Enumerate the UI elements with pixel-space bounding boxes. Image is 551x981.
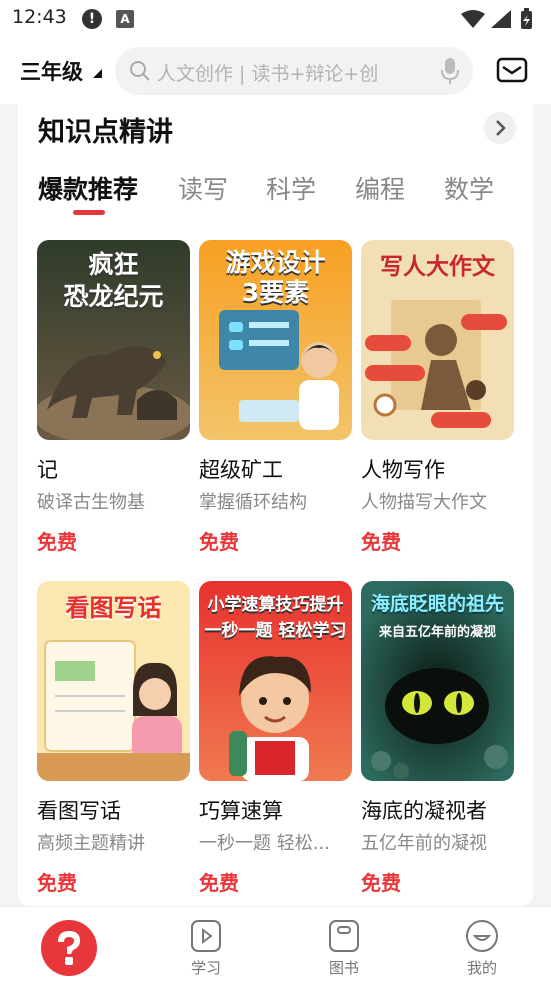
course-price: 免费 [37,871,77,895]
course-price: 免费 [361,871,401,895]
course-cover: 写人大作文 [361,240,514,440]
tab-coding[interactable]: 编程 [355,170,405,206]
course-subtitle: 高频主题精讲 [37,833,145,854]
course-subtitle: 一秒一题 轻松... [199,833,330,854]
course-subtitle: 破译古生物基 [37,492,145,513]
tab-recommend[interactable]: 爆款推荐 [38,170,138,206]
grade-selector[interactable]: 三年级 [20,56,83,86]
course-price: 免费 [199,530,239,554]
course-title: 海底的凝视者 [361,799,487,823]
nav-books[interactable]: 图书 [294,907,394,981]
course-card[interactable]: 看图写话 看图写话 高频主题精讲 免费 [37,581,190,896]
course-subtitle: 人物描写大作文 [361,492,487,513]
tab-math[interactable]: 数学 [444,170,494,206]
search-icon [130,61,150,81]
course-card[interactable]: 海底眨眼的祖先 来自五亿年前的凝视 海底的凝视者 五亿年前的凝视 免费 [361,581,514,896]
course-cover: 疯狂 恐龙纪元 [37,240,190,440]
cover-title: 游戏设计 [225,248,326,277]
chevron-right-icon [496,120,506,136]
course-card[interactable]: 游戏设计 3要素 超级矿工 掌握循环结构 免费 [199,240,352,555]
course-card[interactable]: 写人大作文 人物写作 人物描写大作文 免费 [361,240,514,555]
nav-home[interactable] [41,920,97,976]
course-title: 超级矿工 [199,458,283,482]
course-title: 看图写话 [37,799,121,823]
course-price: 免费 [37,530,77,554]
course-title: 记 [37,458,58,482]
nav-label: 图书 [328,959,359,977]
cover-title: 疯狂 [88,250,139,279]
mic-icon[interactable] [440,57,460,85]
course-card[interactable]: 疯狂 恐龙纪元 记 破译古生物基 免费 [37,240,190,555]
cover-title: 写人大作文 [380,254,495,280]
grade-caret-icon [93,69,102,78]
course-subtitle: 掌握循环结构 [199,492,307,513]
nav-study[interactable]: 学习 [156,907,256,981]
course-title: 巧算速算 [199,799,283,823]
status-icons [461,8,532,29]
signal-icon [491,10,511,28]
course-cover: 小学速算技巧提升 一秒一题 轻松学习 [199,581,352,781]
course-title: 人物写作 [361,458,445,482]
wifi-icon [461,10,485,28]
course-subtitle: 五亿年前的凝视 [361,833,487,854]
cover-title: 看图写话 [65,594,162,622]
nav-label: 我的 [466,959,497,977]
tab-reading-writing[interactable]: 读写 [178,170,228,206]
book-icon [329,920,359,952]
smile-icon [466,920,498,952]
search-placeholder: 人文创作 | 读书+辩论+创 [157,63,379,85]
status-time: 12:43 [12,6,67,28]
app-notification-icon: A [116,10,134,28]
nav-mine[interactable]: 我的 [432,907,532,981]
home-logo-icon [58,931,80,965]
course-price: 免费 [199,871,239,895]
alert-icon: ! [82,9,102,29]
cover-title: 小学速算技巧提升 [207,595,344,615]
knowledge-card: 知识点精讲 爆款推荐 读写 科学 编程 数学 疯狂 恐龙纪元 记 破译古生物基 [18,104,533,906]
more-button[interactable] [484,112,516,144]
course-card[interactable]: 小学速算技巧提升 一秒一题 轻松学习 巧算速算 一秒一题 轻松... 免费 [199,581,352,896]
cover-title: 来自五亿年前的凝视 [378,625,496,640]
status-bar: 12:43 ! A [0,0,551,38]
bottom-nav: 学习 图书 我的 [0,906,551,981]
section-title: 知识点精讲 [38,117,173,148]
course-price: 免费 [361,530,401,554]
nav-label: 学习 [190,959,221,977]
play-icon [191,920,221,952]
course-cover: 游戏设计 3要素 [199,240,352,440]
app-header: 三年级 人文创作 | 读书+辩论+创 [0,38,551,104]
cover-title: 海底眨眼的祖先 [370,593,504,615]
course-cover: 看图写话 [37,581,190,781]
search-bar[interactable]: 人文创作 | 读书+辩论+创 [115,47,473,95]
cover-title: 恐龙纪元 [63,282,164,311]
mail-icon[interactable] [496,56,528,84]
cover-title: 3要素 [241,278,310,307]
tab-science[interactable]: 科学 [266,170,316,206]
course-cover: 海底眨眼的祖先 来自五亿年前的凝视 [361,581,514,781]
tab-underline [73,210,105,215]
cover-title: 一秒一题 轻松学习 [204,621,347,641]
